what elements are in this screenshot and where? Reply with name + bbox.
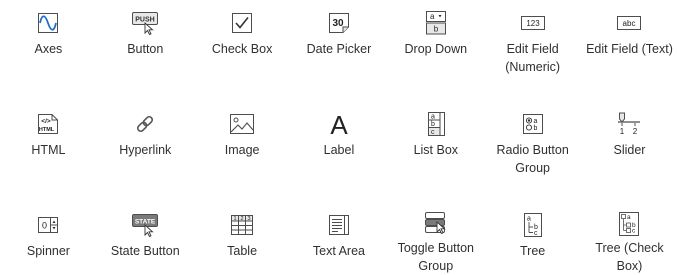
component-toggle-button-group[interactable]: Toggle Button Group — [387, 202, 484, 275]
component-label: Table — [227, 244, 258, 258]
list-box-icon-text-b: b — [431, 121, 435, 128]
radio-group-icon: a b — [518, 109, 548, 139]
radio-group-icon-text-b: b — [533, 125, 537, 132]
component-label: Date Picker — [306, 42, 372, 56]
table-icon: 1 2 3 — [227, 210, 257, 240]
list-box-icon-text-c: c — [431, 129, 435, 136]
axes-icon — [33, 8, 63, 38]
component-text-area[interactable]: Text Area — [291, 202, 388, 275]
check-box-icon — [227, 8, 257, 38]
text-field-icon: abc — [614, 8, 644, 38]
text-field-icon-text: abc — [623, 19, 636, 28]
numeric-field-icon-text: 123 — [526, 19, 540, 28]
component-label: Image — [224, 143, 260, 157]
component-axes[interactable]: Axes — [0, 0, 97, 101]
spinner-icon: 0 — [33, 210, 63, 240]
table-icon-text-a: 1 — [234, 216, 237, 222]
tree-check-icon: a b c — [614, 210, 644, 237]
spinner-icon-text: 0 — [42, 221, 47, 231]
state-button-icon-text: STATE — [135, 219, 156, 226]
link-icon — [130, 109, 160, 139]
component-table[interactable]: 1 2 3 Table — [194, 202, 291, 275]
push-button-icon: PUSH — [130, 8, 160, 38]
component-button[interactable]: PUSH Button — [97, 0, 194, 101]
drop-down-icon-text-a: a — [430, 12, 435, 21]
component-label: Hyperlink — [119, 143, 172, 157]
text-area-icon — [324, 210, 354, 240]
component-label: Radio Button Group — [496, 143, 569, 175]
component-label-widget[interactable]: A Label — [291, 101, 388, 202]
component-label: Axes — [34, 42, 63, 56]
component-check-box[interactable]: Check Box — [194, 0, 291, 101]
table-icon-text-c: 3 — [248, 216, 251, 222]
numeric-field-icon: 123 — [518, 8, 548, 38]
drop-down-icon-text-b: b — [434, 25, 439, 34]
slider-icon-text-a: 1 — [620, 127, 625, 136]
component-tree[interactable]: a b c Tree — [484, 202, 581, 275]
component-edit-field-text[interactable]: abc Edit Field (Text) — [581, 0, 678, 101]
drop-down-icon: a b — [421, 8, 451, 38]
component-label: List Box — [413, 143, 459, 157]
tree-icon-text-c: c — [534, 230, 538, 237]
component-label: Spinner — [26, 244, 70, 258]
html-icon-text-b: HTML — [39, 127, 55, 133]
component-label: Toggle Button Group — [397, 241, 475, 273]
label-icon-text: A — [330, 110, 348, 140]
component-date-picker[interactable]: 30 Date Picker — [291, 0, 388, 101]
toggle-group-icon — [421, 210, 451, 237]
component-slider[interactable]: 1 2 Slider — [581, 101, 678, 202]
component-label: Tree — [520, 244, 546, 258]
slider-icon-text-b: 2 — [633, 127, 638, 136]
calendar-icon: 30 — [324, 8, 354, 38]
component-list-box[interactable]: a b c List Box — [387, 101, 484, 202]
calendar-icon-text: 30 — [332, 18, 344, 29]
component-label: Tree (Check Box) — [595, 241, 664, 273]
list-box-icon-text-a: a — [431, 114, 435, 121]
tree-icon-text-a: a — [527, 216, 531, 223]
component-label: Label — [323, 143, 355, 157]
component-label: Check Box — [211, 42, 273, 56]
label-icon: A — [324, 109, 354, 140]
tree-check-icon-text-a: a — [627, 214, 631, 221]
component-state-button[interactable]: STATE State Button — [97, 202, 194, 275]
component-label: State Button — [110, 244, 180, 258]
component-label: Button — [127, 42, 164, 56]
state-button-icon: STATE — [130, 210, 160, 240]
component-radio-button-group[interactable]: a b Radio Button Group — [484, 101, 581, 202]
component-label: Text Area — [312, 244, 366, 258]
tree-icon: a b c — [518, 210, 548, 240]
component-hyperlink[interactable]: Hyperlink — [97, 101, 194, 202]
component-edit-field-numeric[interactable]: 123 Edit Field (Numeric) — [484, 0, 581, 101]
component-label: Edit Field (Numeric) — [505, 42, 561, 74]
component-library: Axes PUSH Button Check Box 30 Date Picke… — [0, 0, 678, 275]
html-icon-text-a: </> — [42, 118, 52, 125]
table-icon-text-b: 2 — [241, 216, 244, 222]
image-icon — [227, 109, 257, 139]
component-image[interactable]: Image — [194, 101, 291, 202]
component-tree-check-box[interactable]: a b c Tree (Check Box) — [581, 202, 678, 275]
component-label: Edit Field (Text) — [586, 42, 673, 56]
component-spinner[interactable]: 0 Spinner — [0, 202, 97, 275]
html-icon: </> HTML — [33, 109, 63, 139]
component-html[interactable]: </> HTML HTML — [0, 101, 97, 202]
radio-group-icon-text-a: a — [533, 118, 537, 125]
component-label: Slider — [613, 143, 646, 157]
component-label: HTML — [31, 143, 66, 157]
component-label: Drop Down — [404, 42, 468, 56]
slider-icon: 1 2 — [614, 109, 644, 139]
component-drop-down[interactable]: a b Drop Down — [387, 0, 484, 101]
list-box-icon: a b c — [421, 109, 451, 139]
